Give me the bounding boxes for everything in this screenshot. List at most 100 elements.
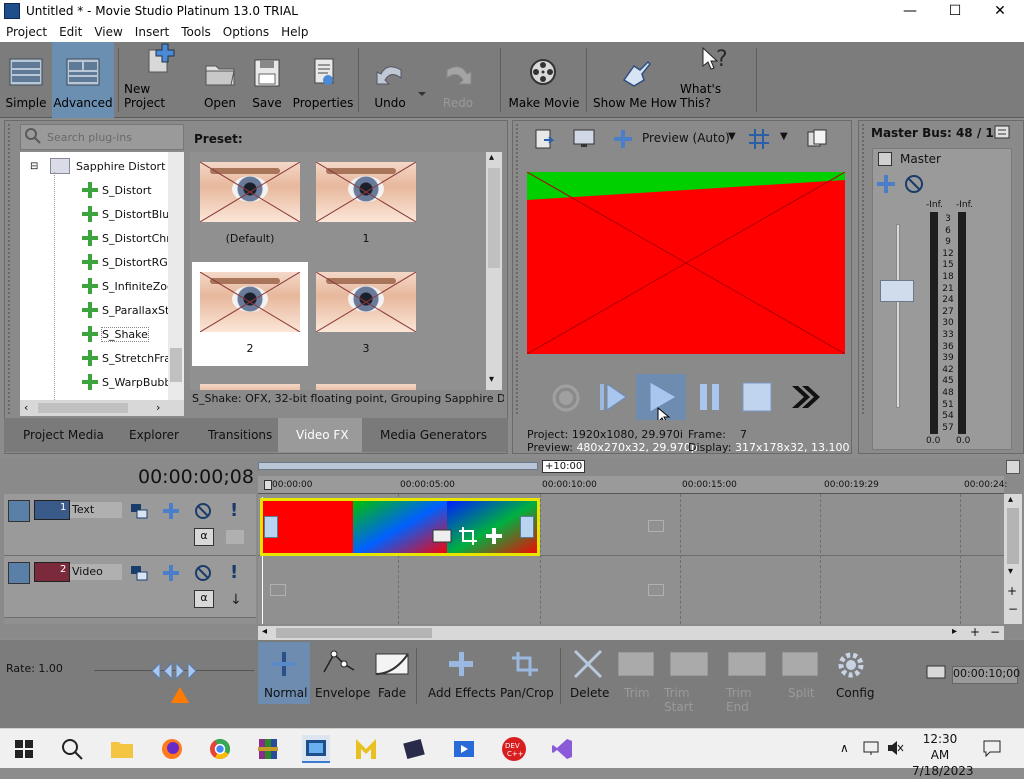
chevron-right-icon[interactable]: › bbox=[156, 401, 160, 414]
scroll-thumb[interactable] bbox=[1007, 508, 1019, 564]
system-clock[interactable]: 12:30 AM 7/18/2023 bbox=[912, 731, 974, 779]
fade-tool[interactable]: Fade bbox=[370, 642, 412, 704]
notifications-icon[interactable] bbox=[982, 739, 1002, 758]
chevron-up-icon[interactable]: ▴ bbox=[489, 152, 494, 163]
solo-icon[interactable]: ! bbox=[230, 562, 240, 584]
chevron-down-icon[interactable]: ▾ bbox=[1008, 566, 1013, 577]
menu-tools[interactable]: Tools bbox=[175, 25, 217, 39]
preset-1[interactable]: 1 bbox=[308, 152, 424, 256]
track-collapse-icon[interactable] bbox=[8, 562, 30, 584]
menu-insert[interactable]: Insert bbox=[129, 25, 175, 39]
compositing-child-arrow-icon[interactable]: ↓ bbox=[230, 592, 242, 608]
menu-edit[interactable]: Edit bbox=[53, 25, 88, 39]
mute-icon[interactable] bbox=[194, 502, 212, 520]
firefox-icon[interactable] bbox=[158, 735, 186, 763]
marker-icon[interactable] bbox=[1006, 460, 1020, 474]
panel-grip[interactable] bbox=[8, 124, 16, 414]
rate-slider-icon[interactable] bbox=[150, 660, 198, 682]
track-name-field[interactable]: Video bbox=[70, 564, 122, 580]
compositing-parent-icon[interactable] bbox=[226, 530, 244, 544]
chevron-right-icon[interactable]: ▸ bbox=[952, 626, 957, 637]
panel-grip[interactable] bbox=[516, 124, 524, 414]
play-from-start-button[interactable] bbox=[596, 380, 630, 414]
selection-length[interactable]: 00:00:10;00 bbox=[952, 666, 1020, 684]
more-buttons-icon[interactable] bbox=[790, 382, 822, 412]
pause-button[interactable] bbox=[696, 380, 724, 414]
close-button[interactable]: ✕ bbox=[977, 0, 1023, 22]
movie-studio-taskbar-icon[interactable] bbox=[302, 735, 330, 763]
overlays-grid-icon[interactable] bbox=[748, 128, 770, 150]
chevron-down-icon[interactable]: ▼ bbox=[780, 131, 788, 142]
menu-help[interactable]: Help bbox=[275, 25, 314, 39]
mute-icon[interactable] bbox=[904, 174, 924, 194]
tab-video-fx[interactable]: Video FX bbox=[296, 428, 349, 442]
clip-handle-left[interactable] bbox=[264, 516, 278, 538]
scroll-thumb[interactable] bbox=[38, 403, 128, 413]
properties-button[interactable]: Properties bbox=[292, 42, 354, 118]
video-output-fx-icon[interactable] bbox=[534, 128, 556, 150]
envelope-edit-tool[interactable]: Envelope bbox=[314, 642, 370, 704]
track-header-2[interactable]: 2 Video ! α ↓ bbox=[4, 556, 256, 618]
timeline-vertical-scrollbar[interactable]: ▴ ▾ + − bbox=[1004, 494, 1022, 624]
undo-dropdown[interactable] bbox=[416, 42, 428, 118]
windows-start-icon[interactable] bbox=[10, 735, 38, 763]
track-name-field[interactable]: Text bbox=[70, 502, 122, 518]
chrome-icon[interactable] bbox=[206, 735, 234, 763]
preset-partial[interactable] bbox=[192, 374, 308, 390]
simple-button[interactable]: Simple bbox=[4, 42, 48, 118]
maximize-button[interactable]: ☐ bbox=[932, 0, 978, 22]
tree-item-s-parallaxst[interactable]: S_ParallaxSt bbox=[82, 298, 169, 322]
mixer-properties-icon[interactable] bbox=[994, 124, 1010, 140]
tree-item-s-warpbubb[interactable]: S_WarpBubb bbox=[82, 370, 171, 394]
clip-fx-icon[interactable] bbox=[484, 526, 504, 546]
preview-video-frame[interactable] bbox=[527, 172, 845, 354]
tree-item-s-distortchr[interactable]: S_DistortChr bbox=[82, 226, 171, 250]
menu-project[interactable]: Project bbox=[0, 25, 53, 39]
pan-crop-icon[interactable] bbox=[458, 526, 478, 546]
tree-item-s-distortblur[interactable]: S_DistortBlur bbox=[82, 202, 174, 226]
track-header-1[interactable]: 1 Text ! α bbox=[4, 494, 256, 556]
time-ruler[interactable]: 00:00:00 00:00:05:00 00:00:10:00 00:00:1… bbox=[258, 476, 1007, 494]
media-player-icon[interactable] bbox=[450, 735, 478, 763]
loop-region-bar[interactable] bbox=[258, 462, 538, 470]
record-button[interactable] bbox=[550, 382, 582, 414]
zoom-in-icon[interactable]: + bbox=[970, 625, 980, 639]
timeline-horizontal-scrollbar[interactable]: ◂ ▸ + − bbox=[258, 625, 1004, 640]
panel-grip[interactable] bbox=[862, 124, 870, 414]
advanced-button[interactable]: Advanced bbox=[52, 42, 114, 118]
compositing-mode-icon[interactable] bbox=[130, 564, 148, 582]
make-compositing-child-icon[interactable]: α bbox=[194, 590, 214, 608]
show-me-how-button[interactable]: Show Me How bbox=[592, 42, 678, 118]
split-button[interactable]: Split bbox=[776, 642, 824, 704]
tree-item-s-distortrgb[interactable]: S_DistortRGB bbox=[82, 250, 175, 274]
external-monitor-icon[interactable] bbox=[572, 128, 596, 150]
dev-cpp-icon[interactable]: DEV C++ bbox=[500, 735, 528, 763]
new-project-button[interactable]: New Project bbox=[124, 42, 194, 118]
solo-icon[interactable]: ! bbox=[230, 500, 240, 522]
stop-button[interactable] bbox=[740, 380, 774, 414]
whats-this-button[interactable]: ? What's This? bbox=[680, 42, 752, 118]
menu-view[interactable]: View bbox=[88, 25, 128, 39]
visual-studio-icon[interactable] bbox=[548, 735, 576, 763]
master-volume-fader[interactable] bbox=[880, 280, 914, 302]
preview-quality-dropdown[interactable]: Preview (Auto) bbox=[642, 131, 730, 145]
play-button[interactable] bbox=[636, 374, 686, 425]
preset-vertical-scrollbar[interactable]: ▴ ▾ bbox=[486, 152, 502, 390]
copy-snapshot-icon[interactable] bbox=[806, 128, 828, 150]
chevron-down-icon[interactable]: ▾ bbox=[489, 374, 494, 385]
chevron-up-icon[interactable]: ▴ bbox=[1008, 494, 1013, 505]
file-explorer-icon[interactable] bbox=[108, 735, 136, 763]
clip-media-icon[interactable] bbox=[432, 528, 452, 544]
chevron-down-icon[interactable]: ▼ bbox=[728, 131, 736, 142]
make-compositing-child-icon[interactable]: α bbox=[194, 528, 214, 546]
tree-vertical-scrollbar[interactable] bbox=[168, 152, 184, 400]
compositing-mode-icon[interactable] bbox=[130, 502, 148, 520]
scroll-thumb[interactable] bbox=[488, 168, 500, 268]
zoom-out-icon[interactable]: − bbox=[990, 625, 1000, 639]
preset-partial[interactable] bbox=[308, 374, 424, 390]
make-movie-button[interactable]: Make Movie bbox=[506, 42, 582, 118]
rate-marker-icon[interactable] bbox=[170, 686, 190, 704]
zoom-in-icon[interactable]: + bbox=[1007, 584, 1017, 598]
preset-2[interactable]: 2 bbox=[192, 262, 308, 366]
tray-chevron-up-icon[interactable]: ∧ bbox=[840, 741, 849, 755]
